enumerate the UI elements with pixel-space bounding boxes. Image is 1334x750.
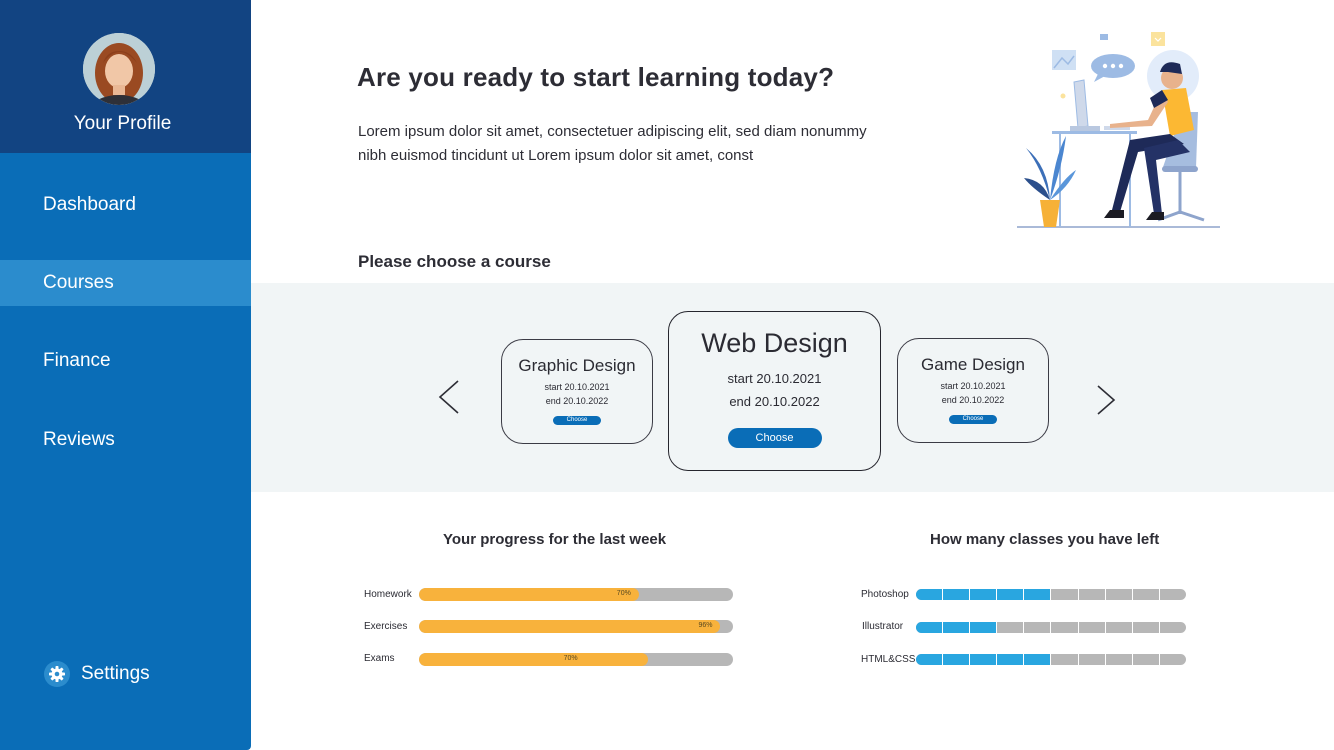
progress-fill	[419, 620, 721, 633]
course-start-date: start 20.10.2021	[544, 382, 610, 392]
progress-bar-exercises: 96%	[419, 620, 733, 633]
course-card-graphic-design[interactable]: Graphic Design start 20.10.2021 end 20.1…	[501, 339, 653, 444]
class-segment	[1160, 589, 1186, 600]
progress-label-homework: Homework	[364, 589, 412, 600]
profile-label[interactable]: Your Profile	[0, 113, 245, 135]
sidebar-item-finance[interactable]: Finance	[0, 338, 251, 384]
class-segment	[997, 622, 1025, 633]
class-segment	[1133, 589, 1160, 600]
class-segment	[1051, 654, 1079, 665]
course-card-game-design[interactable]: Game Design start 20.10.2021 end 20.10.2…	[897, 338, 1049, 443]
avatar-image	[83, 33, 155, 105]
class-segment	[1106, 622, 1133, 633]
classes-bar-illustrator	[916, 622, 1186, 633]
sidebar-item-courses[interactable]: Courses	[0, 260, 251, 306]
progress-bar-homework: 70%	[419, 588, 733, 601]
course-end-date: end 20.10.2022	[729, 394, 820, 409]
progress-fill	[419, 653, 649, 666]
course-start-date: start 20.10.2021	[727, 371, 822, 386]
classes-left-title: How many classes you have left	[930, 531, 1160, 548]
progress-percent: 70%	[616, 590, 631, 597]
progress-percent: 96%	[698, 622, 713, 629]
gear-icon	[44, 661, 70, 687]
sidebar-item-reviews[interactable]: Reviews	[0, 417, 251, 463]
profile-header[interactable]: Your Profile	[0, 0, 251, 153]
class-segment	[943, 622, 971, 633]
classes-bar-photoshop	[916, 589, 1186, 600]
class-segment	[1106, 589, 1133, 600]
course-end-date: end 20.10.2022	[545, 396, 609, 406]
settings-button[interactable]: Settings	[44, 660, 150, 688]
class-segment	[943, 654, 971, 665]
class-segment	[970, 622, 998, 633]
course-title: Graphic Design	[518, 356, 636, 375]
class-segment	[1160, 654, 1186, 665]
course-title: Web Design	[701, 328, 848, 358]
course-section-title: Please choose a course	[358, 252, 551, 271]
class-segment	[1079, 622, 1106, 633]
classes-bar-html-css	[916, 654, 1186, 665]
sidebar: Your Profile Dashboard Courses Finance R…	[0, 0, 251, 750]
progress-label-exams: Exams	[364, 653, 395, 664]
class-segment	[1051, 589, 1079, 600]
class-segment	[916, 589, 944, 600]
course-end-date: end 20.10.2022	[941, 395, 1005, 405]
course-card-web-design[interactable]: Web Design start 20.10.2021 end 20.10.20…	[668, 311, 881, 471]
progress-percent: 70%	[563, 655, 578, 662]
chevron-right-icon[interactable]	[1094, 380, 1124, 420]
class-segment	[997, 654, 1025, 665]
class-segment	[970, 589, 998, 600]
sidebar-item-dashboard[interactable]: Dashboard	[0, 182, 251, 228]
page-title: Are you ready to start learning today?	[357, 62, 835, 92]
course-title: Game Design	[921, 355, 1025, 374]
class-segment	[1133, 622, 1160, 633]
intro-text: Lorem ipsum dolor sit amet, consectetuer…	[358, 123, 867, 164]
settings-label: Settings	[81, 663, 150, 684]
choose-button[interactable]: Choose	[949, 415, 997, 424]
class-segment	[916, 622, 944, 633]
class-segment	[1160, 622, 1186, 633]
classes-label-html-css: HTML&CSS	[861, 654, 916, 665]
progress-label-exercises: Exercises	[364, 621, 408, 632]
progress-title: Your progress for the last week	[443, 531, 667, 548]
class-segment	[943, 589, 971, 600]
class-segment	[997, 589, 1025, 600]
progress-fill	[419, 588, 639, 601]
class-segment	[916, 654, 944, 665]
class-segment	[970, 654, 998, 665]
class-segment	[1079, 654, 1106, 665]
chevron-left-icon[interactable]	[434, 377, 464, 417]
classes-label-photoshop: Photoshop	[861, 589, 909, 600]
class-segment	[1024, 622, 1052, 633]
class-segment	[1051, 622, 1079, 633]
class-segment	[1133, 654, 1160, 665]
class-segment	[1106, 654, 1133, 665]
classes-label-illustrator: Illustrator	[862, 621, 904, 632]
choose-button[interactable]: Choose	[553, 416, 601, 425]
progress-bar-exams: 70%	[419, 653, 733, 666]
class-segment	[1024, 589, 1052, 600]
course-start-date: start 20.10.2021	[940, 381, 1006, 391]
class-segment	[1079, 589, 1106, 600]
avatar[interactable]	[83, 33, 155, 105]
class-segment	[1024, 654, 1052, 665]
learning-illustration	[1017, 32, 1220, 228]
choose-button[interactable]: Choose	[727, 428, 822, 448]
